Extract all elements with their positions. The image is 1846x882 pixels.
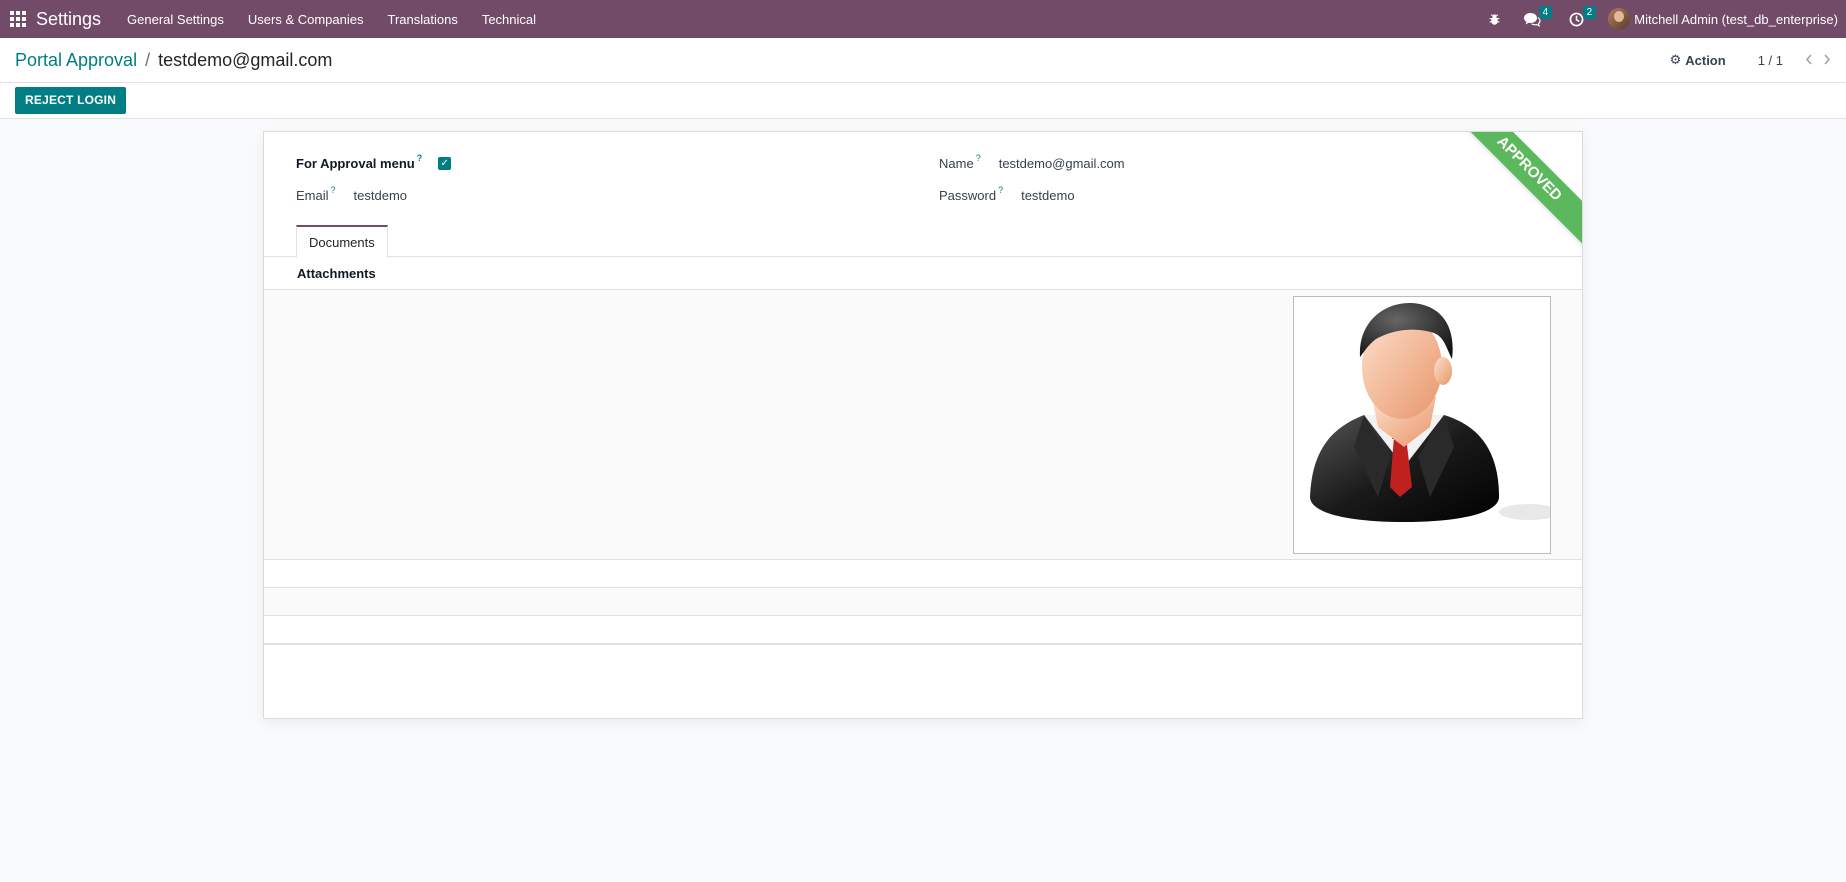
messages-chat-icon[interactable]: 4 <box>1518 0 1553 38</box>
password-label: Password <box>939 188 997 203</box>
attachment-row <box>264 588 1582 616</box>
name-label: Name <box>939 156 974 171</box>
help-icon[interactable]: ? <box>331 185 336 195</box>
activities-count-badge: 2 <box>1582 6 1597 19</box>
help-icon[interactable]: ? <box>417 153 423 163</box>
name-value[interactable]: testdemo@gmail.com <box>999 156 1125 171</box>
attachments-header: Attachments <box>264 257 1582 290</box>
name-field: Name ? testdemo@gmail.com <box>939 153 1125 171</box>
email-label: Email <box>296 188 329 203</box>
for-approval-field: For Approval menu ? ✓ <box>296 153 452 171</box>
attachment-image[interactable] <box>1293 296 1559 554</box>
reject-login-button[interactable]: REJECT LOGIN <box>15 87 127 114</box>
user-avatar-icon <box>1310 302 1559 522</box>
top-navbar: Settings General Settings Users & Compan… <box>0 0 1846 38</box>
pager-next-icon[interactable] <box>1823 52 1831 68</box>
pager-previous-icon[interactable] <box>1805 52 1813 68</box>
debug-bug-icon[interactable] <box>1480 0 1508 38</box>
action-menu-button[interactable]: ⚙ Action <box>1670 52 1726 68</box>
help-icon[interactable]: ? <box>998 185 1003 195</box>
control-panel: Portal Approval / testdemo@gmail.com ⚙ A… <box>0 38 1846 83</box>
pager-value[interactable]: 1 / 1 <box>1758 53 1783 68</box>
breadcrumb-portal-approval[interactable]: Portal Approval <box>15 50 137 71</box>
for-approval-label: For Approval menu <box>296 156 415 171</box>
menu-technical[interactable]: Technical <box>470 0 548 38</box>
menu-users-companies[interactable]: Users & Companies <box>236 0 376 38</box>
attachments-area <box>264 290 1582 560</box>
tab-documents[interactable]: Documents <box>296 225 388 258</box>
user-name: Mitchell Admin (test_db_enterprise) <box>1634 11 1838 27</box>
apps-menu-icon[interactable] <box>0 0 36 38</box>
password-value[interactable]: testdemo <box>1021 188 1074 203</box>
breadcrumb-current-record: testdemo@gmail.com <box>158 49 333 70</box>
app-name[interactable]: Settings <box>36 9 101 30</box>
password-field: Password ? testdemo <box>939 185 1075 203</box>
menu-general-settings[interactable]: General Settings <box>115 0 236 38</box>
help-icon[interactable]: ? <box>976 153 981 163</box>
breadcrumb-separator: / <box>145 49 151 70</box>
user-avatar <box>1608 8 1631 30</box>
menu-translations[interactable]: Translations <box>376 0 470 38</box>
messages-count-badge: 4 <box>1538 6 1553 19</box>
user-menu[interactable]: Mitchell Admin (test_db_enterprise) <box>1608 8 1838 30</box>
action-label: Action <box>1685 52 1726 68</box>
form-statusbar: REJECT LOGIN <box>0 83 1846 119</box>
attachment-row <box>264 616 1582 645</box>
notebook-tabs: Documents <box>264 224 1582 258</box>
activities-clock-icon[interactable]: 2 <box>1562 0 1597 38</box>
gear-icon: ⚙ <box>1669 52 1682 67</box>
email-field: Email ? testdemo <box>296 185 407 203</box>
breadcrumb: Portal Approval / testdemo@gmail.com <box>15 50 332 71</box>
email-value[interactable]: testdemo <box>354 188 407 203</box>
form-sheet: APPROVED For Approval menu ? ✓ Email ? t… <box>263 131 1583 719</box>
attachment-row <box>264 560 1582 588</box>
for-approval-checkbox[interactable]: ✓ <box>438 157 452 170</box>
